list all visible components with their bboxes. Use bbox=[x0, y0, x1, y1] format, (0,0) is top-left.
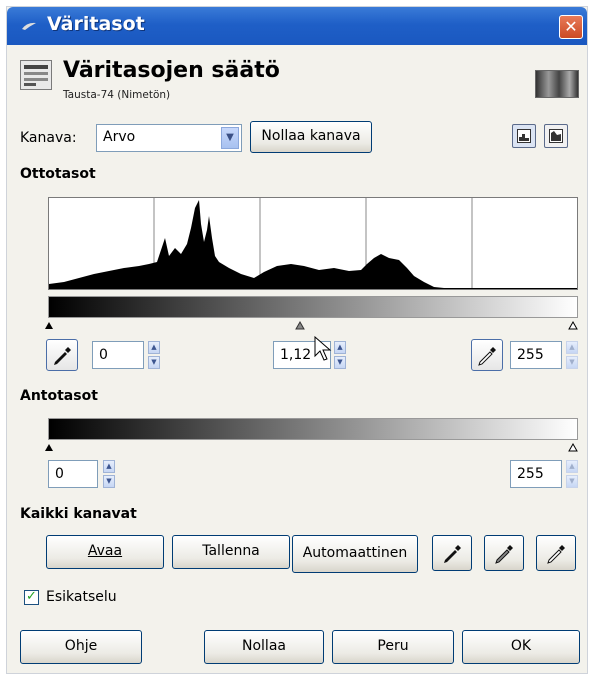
black-eyedropper-icon[interactable] bbox=[432, 535, 472, 571]
spin-up-icon[interactable]: ▲ bbox=[566, 341, 578, 354]
output-high-handle[interactable] bbox=[568, 442, 578, 452]
channel-value: Arvo bbox=[103, 129, 136, 145]
spin-down-icon[interactable]: ▼ bbox=[334, 356, 346, 369]
check-icon: ✓ bbox=[26, 589, 37, 604]
output-high-input[interactable]: 255 bbox=[510, 460, 562, 488]
window-icon bbox=[22, 22, 36, 30]
output-low-value: 0 bbox=[55, 466, 64, 482]
white-eyedropper-icon[interactable] bbox=[536, 535, 576, 571]
ok-button[interactable]: OK bbox=[462, 630, 580, 664]
save-button[interactable]: Tallenna bbox=[172, 535, 290, 569]
save-label: Tallenna bbox=[202, 543, 260, 559]
gamma-spinner[interactable]: ▲ ▼ bbox=[334, 341, 346, 369]
output-levels-heading: Antotasot bbox=[20, 388, 98, 404]
output-high-value: 255 bbox=[517, 466, 544, 482]
auto-label: Automaattinen bbox=[302, 545, 408, 561]
reset-label: Nollaa bbox=[242, 638, 286, 654]
layer-name: Tausta-74 (Nimetön) bbox=[63, 89, 171, 101]
input-levels-heading: Ottotasot bbox=[20, 166, 96, 182]
window-title: Väritasot bbox=[47, 13, 145, 35]
help-label: Ohje bbox=[64, 638, 98, 654]
black-point-handle[interactable] bbox=[44, 320, 54, 330]
black-point-spinner[interactable]: ▲ ▼ bbox=[148, 341, 160, 369]
output-low-spinner[interactable]: ▲ ▼ bbox=[103, 460, 115, 488]
output-high-spinner[interactable]: ▲ ▼ bbox=[566, 460, 578, 488]
white-point-handle[interactable] bbox=[568, 320, 578, 330]
dialog-heading: Väritasojen säätö bbox=[63, 58, 280, 83]
mouse-cursor-icon bbox=[314, 336, 332, 361]
spin-down-icon[interactable]: ▼ bbox=[566, 356, 578, 369]
levels-icon bbox=[20, 60, 52, 90]
gamma-value: 1,12 bbox=[280, 347, 312, 363]
spin-up-icon[interactable]: ▲ bbox=[566, 460, 578, 473]
reset-channel-button[interactable]: Nollaa kanava bbox=[250, 121, 372, 153]
close-button[interactable]: ✕ bbox=[559, 15, 583, 39]
spin-up-icon[interactable]: ▲ bbox=[103, 460, 115, 473]
title-bar[interactable]: Väritasot bbox=[7, 7, 587, 45]
all-channels-heading: Kaikki kanavat bbox=[20, 506, 137, 522]
gamma-handle[interactable] bbox=[295, 320, 305, 330]
output-low-handle[interactable] bbox=[44, 442, 54, 452]
black-point-input[interactable]: 0 bbox=[92, 341, 144, 369]
image-thumbnail bbox=[535, 70, 579, 98]
spin-up-icon[interactable]: ▲ bbox=[334, 341, 346, 354]
output-gradient-bar bbox=[48, 418, 578, 440]
auto-button[interactable]: Automaattinen bbox=[292, 535, 418, 573]
white-eyedropper-icon[interactable] bbox=[471, 339, 503, 371]
histogram bbox=[48, 197, 578, 290]
black-point-value: 0 bbox=[99, 347, 108, 363]
cancel-label: Peru bbox=[377, 638, 409, 654]
gray-eyedropper-icon[interactable] bbox=[484, 535, 524, 571]
spin-down-icon[interactable]: ▼ bbox=[103, 475, 115, 488]
linear-histogram-icon[interactable] bbox=[512, 124, 536, 148]
chevron-down-icon: ▼ bbox=[221, 127, 239, 149]
white-point-spinner[interactable]: ▲ ▼ bbox=[566, 341, 578, 369]
preview-label: Esikatselu bbox=[46, 589, 117, 605]
cancel-button[interactable]: Peru bbox=[332, 630, 454, 664]
black-eyedropper-icon[interactable] bbox=[46, 339, 78, 371]
ok-label: OK bbox=[510, 638, 532, 654]
white-point-value: 255 bbox=[517, 347, 544, 363]
reset-button[interactable]: Nollaa bbox=[204, 630, 324, 664]
open-button[interactable]: Avaa bbox=[46, 535, 164, 569]
open-label: Avaa bbox=[87, 543, 123, 559]
close-icon: ✕ bbox=[564, 17, 578, 36]
spin-up-icon[interactable]: ▲ bbox=[148, 341, 160, 354]
spin-down-icon[interactable]: ▼ bbox=[566, 475, 578, 488]
spin-down-icon[interactable]: ▼ bbox=[148, 356, 160, 369]
input-gradient-bar bbox=[48, 296, 578, 318]
channel-label: Kanava: bbox=[20, 130, 77, 146]
reset-channel-label: Nollaa kanava bbox=[261, 128, 361, 144]
log-histogram-icon[interactable] bbox=[544, 124, 568, 148]
white-point-input[interactable]: 255 bbox=[510, 341, 562, 369]
channel-select[interactable]: Arvo ▼ bbox=[96, 124, 242, 152]
help-button[interactable]: Ohje bbox=[20, 630, 142, 664]
preview-checkbox[interactable]: ✓ bbox=[24, 590, 39, 605]
output-low-input[interactable]: 0 bbox=[48, 460, 98, 488]
